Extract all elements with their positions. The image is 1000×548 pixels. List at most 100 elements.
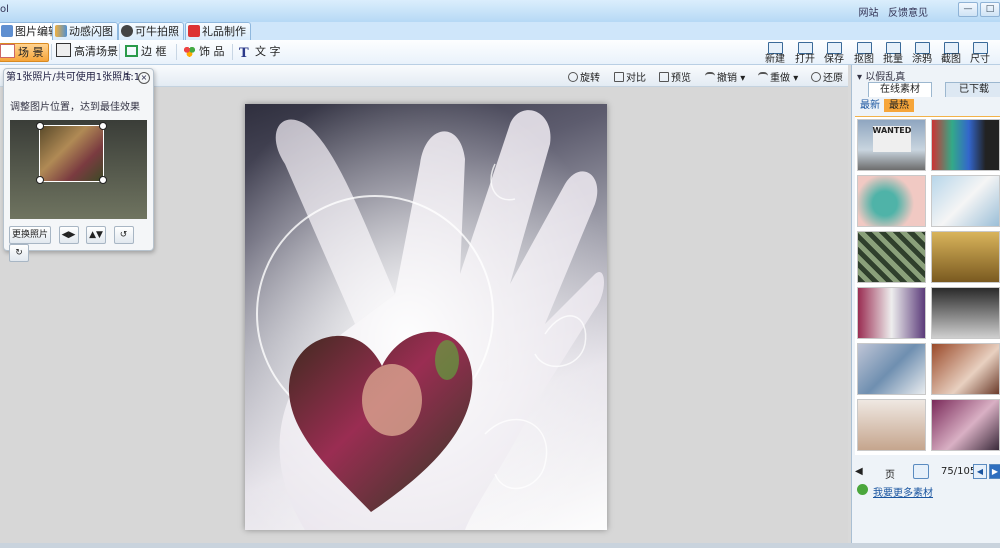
new-button[interactable]: 新建 [759, 40, 791, 65]
tool-label: 饰 品 [199, 45, 225, 58]
rotate-button[interactable]: 旋转 [568, 69, 600, 84]
tab-label: 可牛拍照 [135, 25, 179, 38]
title-bar: ol 网站 反馈意见 — □ [0, 0, 1000, 23]
tab-flash-gif[interactable]: 动感闪图 [52, 22, 118, 40]
cutout-button[interactable]: 抠图 [848, 40, 880, 65]
light-flare [435, 340, 459, 380]
divider [119, 44, 120, 60]
doodle-button[interactable]: 涂鸦 [906, 40, 938, 65]
divider [176, 44, 177, 60]
size-button[interactable]: 尺寸 [964, 40, 996, 65]
batch-button[interactable]: 批量 [877, 40, 909, 65]
crop-button[interactable]: 截图 [935, 40, 967, 65]
photo-adjust-panel: 第1张照片/共可使用1张照片 1:1 × 调整图片位置，达到最佳效果 更换照片 … [3, 68, 154, 262]
rotate-right-icon[interactable]: ↻ [9, 244, 29, 262]
crop-selection-box[interactable] [39, 125, 104, 182]
tab-gift[interactable]: 礼品制作 [185, 22, 251, 40]
refresh-icon[interactable] [913, 464, 929, 479]
photo-controls: 更换照片 ◀▶ ▲▼ ↺ ↻ [9, 226, 153, 262]
subtab-newest[interactable]: 最新 [855, 99, 885, 112]
undo-button[interactable]: 撤销 ▾ [705, 69, 745, 84]
material-thumb[interactable] [931, 399, 1000, 451]
prev-page-button[interactable]: ◀ [855, 466, 863, 477]
redo-button[interactable]: 重做 ▾ [758, 69, 798, 84]
rotate-left-icon[interactable]: ↺ [113, 226, 134, 244]
flash-gif-icon [55, 25, 67, 37]
cutout-icon [856, 42, 872, 54]
prev-page-icon[interactable]: ◀ [973, 464, 987, 479]
resize-icon [972, 42, 988, 54]
scene-photo[interactable] [245, 104, 607, 530]
more-materials-icon [857, 484, 868, 495]
photo-count-label: 第1张照片/共可使用1张照片 [6, 72, 133, 83]
website-link[interactable]: 网站 [858, 8, 878, 19]
material-thumb[interactable] [931, 287, 1000, 339]
compare-button[interactable]: 对比 [614, 69, 646, 84]
subtab-hottest[interactable]: 最热 [884, 99, 914, 112]
tab-camera[interactable]: 可牛拍照 [118, 22, 184, 40]
resize-handle[interactable] [36, 122, 44, 130]
chevron-down-icon[interactable]: ▾ [793, 73, 798, 84]
material-thumb[interactable] [931, 231, 1000, 283]
tool-hd-scene[interactable]: 高清场景 [56, 43, 118, 60]
title-links: 网站 反馈意见 [858, 4, 928, 19]
preview-button[interactable]: 预览 [659, 69, 691, 84]
scene-artwork [245, 104, 607, 530]
tab-online-materials[interactable]: 在线素材 [868, 82, 932, 97]
decoration-icon [183, 45, 196, 57]
main-tab-bar: 图片编辑 动感闪图 可牛拍照 礼品制作 [0, 22, 1000, 41]
minimize-button[interactable]: — [958, 2, 978, 17]
tab-downloaded[interactable]: 已下载 [945, 82, 1000, 97]
chevron-down-icon[interactable]: ▾ [740, 73, 745, 84]
material-thumb[interactable]: WANTED [857, 119, 926, 171]
tool-scene[interactable]: 场 景 [0, 43, 49, 62]
batch-gear-icon [885, 42, 901, 54]
tool-decoration[interactable]: 饰 品 [183, 43, 225, 60]
materials-grid: WANTED [855, 116, 1000, 455]
frame-icon [125, 45, 138, 57]
thumb-caption: WANTED [872, 126, 911, 152]
panel-header: 第1张照片/共可使用1张照片 1:1 × [6, 71, 150, 85]
more-materials-link[interactable]: 我要更多素材 [873, 484, 933, 499]
material-thumb[interactable] [931, 175, 1000, 227]
maximize-button[interactable]: □ [980, 2, 1000, 17]
tool-label: 场 景 [18, 46, 44, 59]
material-thumb[interactable] [931, 343, 1000, 395]
material-thumb[interactable] [857, 287, 926, 339]
next-page-icon[interactable]: ▶ [989, 464, 1000, 479]
compare-icon [614, 72, 624, 82]
materials-pager: ◀ 页 75/105 ◀ ▶ 我要更多素材 [851, 461, 1000, 501]
feedback-link[interactable]: 反馈意见 [888, 8, 928, 19]
doodle-icon [914, 42, 930, 54]
materials-title[interactable]: ▾ 以假乱真 [857, 68, 905, 83]
material-thumb[interactable] [857, 175, 926, 227]
flip-horizontal-icon[interactable]: ◀▶ [58, 226, 79, 244]
folder-icon [797, 42, 813, 54]
tab-label: 礼品制作 [202, 25, 246, 38]
material-thumb[interactable] [857, 231, 926, 283]
resize-handle[interactable] [99, 122, 107, 130]
resize-handle[interactable] [36, 176, 44, 184]
photo-thumbnail[interactable] [10, 120, 147, 219]
undo-icon [705, 72, 715, 82]
tool-text[interactable]: T文 字 [239, 43, 281, 60]
tool-bar: 场 景 高清场景 边 框 饰 品 T文 字 新建 打开 保存 抠图 批量 涂鸦 … [0, 40, 1000, 65]
status-bar [0, 543, 1000, 548]
flip-vertical-icon[interactable]: ▲▼ [86, 226, 106, 244]
open-button[interactable]: 打开 [789, 40, 821, 65]
close-icon[interactable]: × [138, 72, 150, 84]
material-thumb[interactable] [931, 119, 1000, 171]
resize-handle[interactable] [99, 176, 107, 184]
replace-photo-button[interactable]: 更换照片 [9, 226, 51, 244]
hd-scene-icon [56, 43, 71, 57]
tool-label: 高清场景 [74, 45, 118, 58]
material-thumb[interactable] [857, 399, 926, 451]
save-icon [826, 42, 842, 54]
page-label: 页 [885, 470, 895, 481]
restore-button[interactable]: 还原 [811, 69, 843, 84]
save-button[interactable]: 保存 [818, 40, 850, 65]
window-title: ol [0, 4, 9, 15]
tool-frame[interactable]: 边 框 [125, 43, 167, 60]
divider [51, 44, 52, 60]
material-thumb[interactable] [857, 343, 926, 395]
